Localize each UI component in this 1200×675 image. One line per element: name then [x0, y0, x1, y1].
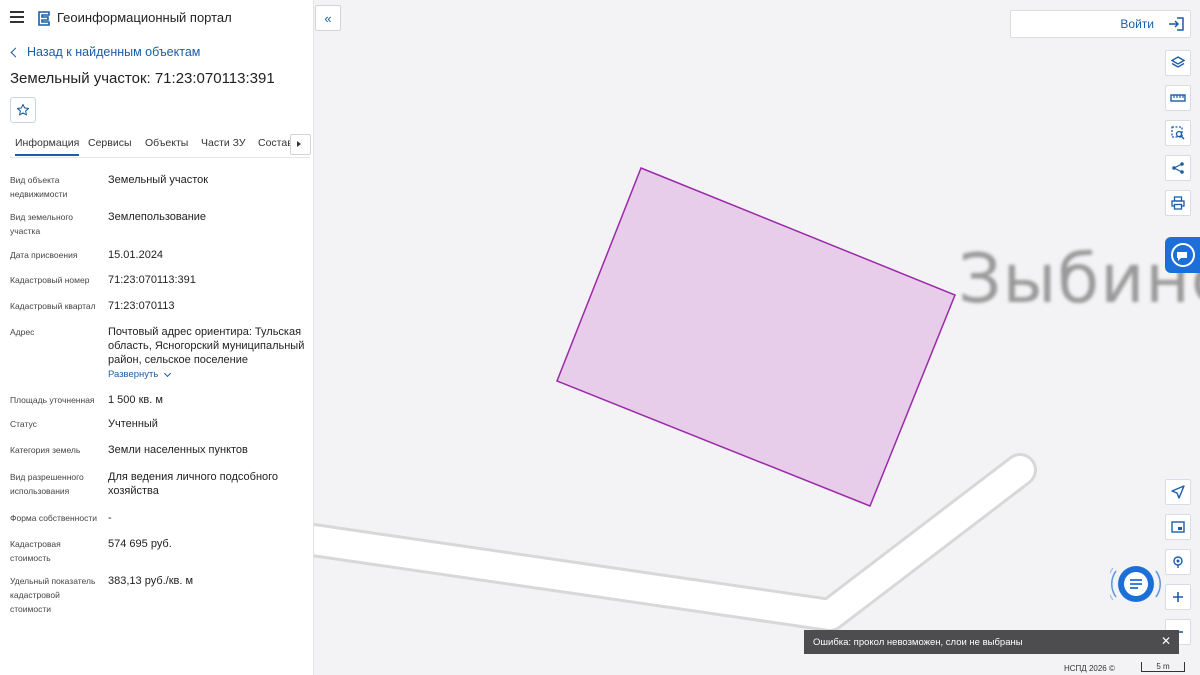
- tab-parts[interactable]: Части ЗУ: [201, 137, 246, 149]
- select-area-icon: [1171, 126, 1185, 140]
- app-header: Геоинформационный портал: [0, 0, 313, 36]
- property-label: Категория земель: [10, 445, 81, 455]
- property-label: Вид разрешенного использования: [10, 472, 84, 496]
- share-button[interactable]: [1165, 155, 1191, 181]
- chat-button[interactable]: [1110, 563, 1162, 605]
- expand-address-link[interactable]: Развернуть: [108, 369, 172, 380]
- property-label: Кадастровый квартал: [10, 301, 96, 311]
- tab-composition[interactable]: Состав: [258, 137, 293, 149]
- property-label: Кадастровая стоимость: [10, 539, 61, 563]
- tab-bar: Информация Сервисы Объекты Части ЗУ Сост…: [10, 128, 310, 158]
- property-value: 15.01.2024: [108, 249, 164, 261]
- property-value: 71:23:070113: [108, 300, 175, 312]
- map-attribution: НСПД 2026 ©: [1064, 664, 1115, 673]
- property-label: Статус: [10, 419, 37, 429]
- minimap-button[interactable]: [1165, 514, 1191, 540]
- close-icon[interactable]: ✕: [1161, 635, 1171, 647]
- property-value: Земли населенных пунктов: [108, 444, 248, 456]
- collapse-sidebar-button[interactable]: «: [315, 5, 341, 31]
- login-label: Войти: [1120, 17, 1154, 31]
- property-label: Форма собственности: [10, 513, 97, 523]
- ruler-icon: [1170, 94, 1186, 102]
- favorite-button[interactable]: [10, 97, 36, 123]
- property-label: Удельный показатель кадастровой стоимост…: [10, 576, 96, 614]
- navigate-icon: [1171, 485, 1185, 499]
- select-area-button[interactable]: [1165, 120, 1191, 146]
- back-to-results-link[interactable]: Назад к найденным объектам: [10, 45, 201, 59]
- layers-button[interactable]: [1165, 50, 1191, 76]
- expand-label: Развернуть: [108, 369, 159, 380]
- property-value: Землепользование: [108, 211, 207, 223]
- map-place-label: Зыбинс: [958, 240, 1200, 319]
- support-button[interactable]: [1165, 237, 1200, 273]
- zoom-in-button[interactable]: [1165, 584, 1191, 610]
- minimap-icon: [1171, 521, 1185, 533]
- property-label: Адрес: [10, 327, 35, 337]
- measure-button[interactable]: [1165, 85, 1191, 111]
- tab-information[interactable]: Информация: [15, 137, 80, 156]
- double-chevron-left-icon: «: [324, 10, 332, 26]
- property-label: Площадь уточненная: [10, 395, 95, 405]
- property-value: 71:23:070113:391: [108, 274, 196, 286]
- property-value: 383,13 руб./кв. м: [108, 575, 194, 587]
- property-label: Кадастровый номер: [10, 275, 90, 285]
- property-value: Земельный участок: [108, 174, 209, 186]
- zoom-in-icon: [1173, 592, 1183, 602]
- info-sidebar: Геоинформационный портал Назад к найденн…: [0, 0, 314, 675]
- property-value: 574 695 руб.: [108, 538, 172, 550]
- chevron-down-icon: [164, 369, 172, 377]
- support-chat-icon: [1170, 243, 1195, 267]
- tab-objects[interactable]: Объекты: [145, 137, 188, 149]
- property-value: 1 500 кв. м: [108, 394, 163, 406]
- navigate-button[interactable]: [1165, 479, 1191, 505]
- property-label: Вид объекта недвижимости: [10, 175, 68, 199]
- property-label: Вид земельного участка: [10, 212, 74, 236]
- login-button[interactable]: Войти: [1010, 10, 1191, 38]
- menu-icon[interactable]: [10, 11, 24, 23]
- tab-services[interactable]: Сервисы: [88, 137, 132, 149]
- star-icon: [16, 103, 30, 116]
- object-title: Земельный участок: 71:23:070113:391: [10, 70, 275, 87]
- toast-message: Ошибка: прокол невозможен, слои не выбра…: [813, 636, 1023, 648]
- scale-bar: 5 m: [1141, 662, 1185, 672]
- locate-icon: [1173, 556, 1183, 568]
- chevron-left-icon: [10, 47, 21, 57]
- property-value: Учтенный: [108, 418, 158, 430]
- property-value: -: [108, 512, 112, 524]
- app-title: Геоинформационный портал: [57, 10, 232, 25]
- error-toast: Ошибка: прокол невозможен, слои не выбра…: [804, 630, 1179, 654]
- property-label: Дата присвоения: [10, 250, 78, 260]
- locate-button[interactable]: [1165, 549, 1191, 575]
- print-button[interactable]: [1165, 190, 1191, 216]
- property-value: Для ведения личного подсобного хозяйства: [108, 471, 279, 497]
- tabs-scroll-right-button[interactable]: [290, 134, 311, 155]
- print-icon: [1171, 196, 1185, 210]
- share-icon: [1172, 162, 1184, 174]
- login-icon: [1169, 17, 1184, 31]
- logo-icon: [38, 11, 50, 26]
- layers-icon: [1171, 56, 1185, 68]
- property-value: Почтовый адрес ориентира: Тульская облас…: [108, 326, 305, 366]
- back-link-label: Назад к найденным объектам: [27, 45, 201, 59]
